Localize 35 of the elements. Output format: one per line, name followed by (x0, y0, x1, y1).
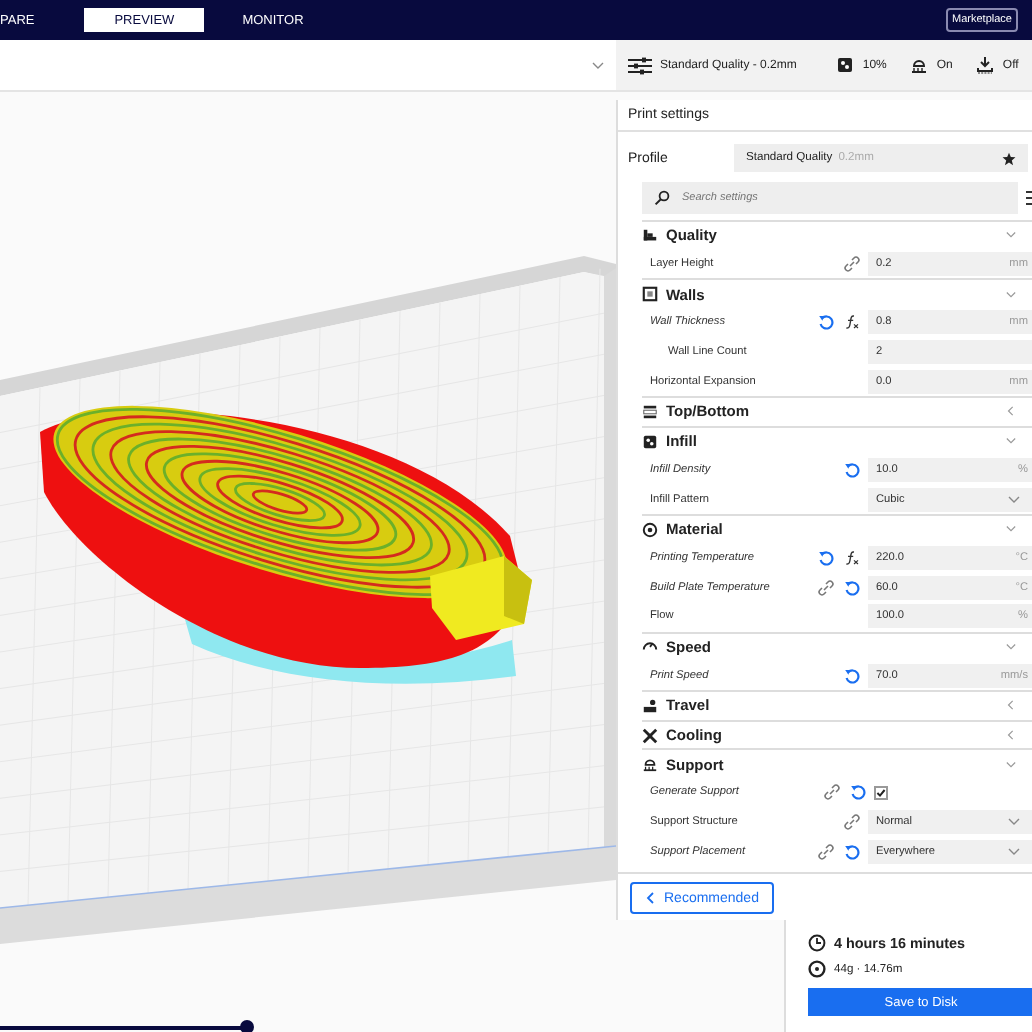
search-icon (654, 190, 670, 206)
clock-icon (808, 934, 826, 952)
caret-icon[interactable] (592, 61, 604, 69)
reset-icon[interactable] (818, 314, 834, 331)
chevron-icon[interactable] (1006, 436, 1016, 447)
reset-icon[interactable] (844, 667, 860, 684)
category-icon (642, 227, 658, 244)
chevron-icon[interactable] (1006, 524, 1016, 535)
chevron-icon[interactable] (1006, 759, 1016, 770)
chevron-icon[interactable] (1006, 641, 1016, 652)
category-icon (642, 403, 658, 420)
category-icon (642, 638, 658, 655)
adhesion-icon[interactable] (976, 56, 995, 74)
category-icon (642, 521, 658, 538)
category-icon (642, 697, 658, 714)
chevron-icon[interactable] (1006, 230, 1016, 241)
infill-icon (836, 56, 855, 74)
category-icon (642, 286, 658, 303)
category-icon (642, 727, 658, 744)
chevron-icon[interactable] (1006, 289, 1016, 300)
star-icon[interactable] (1002, 151, 1016, 165)
reset-icon[interactable] (844, 579, 860, 596)
slider-handle[interactable] (239, 1020, 254, 1032)
check-icon (876, 787, 886, 798)
setting-checkbox[interactable] (874, 785, 888, 800)
reset-icon[interactable] (844, 461, 860, 478)
category-icon (642, 433, 658, 450)
reset-icon[interactable] (818, 549, 834, 566)
reset-icon[interactable] (844, 843, 860, 860)
spool-icon (808, 960, 826, 978)
sliders-icon[interactable] (628, 55, 652, 75)
support-icon (910, 56, 929, 74)
reset-icon[interactable] (850, 784, 866, 801)
category-icon (642, 756, 658, 773)
back-icon (646, 892, 654, 904)
